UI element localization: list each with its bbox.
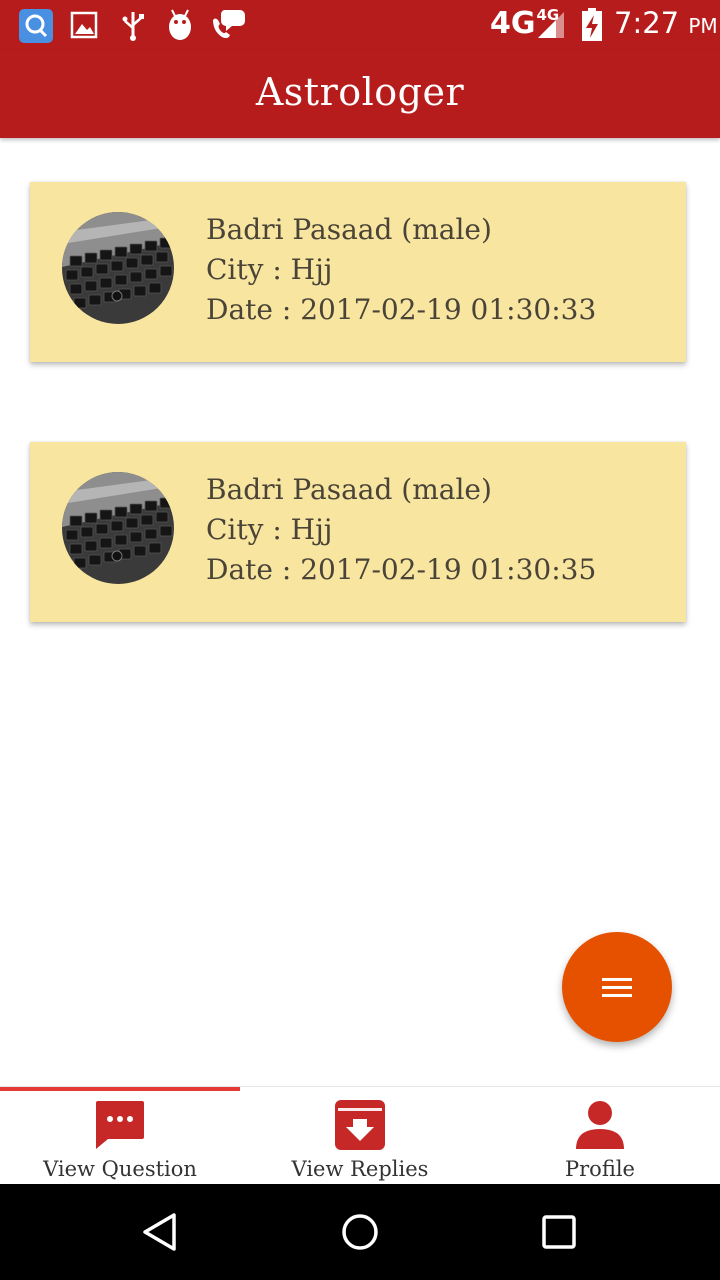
recents-icon[interactable]	[541, 1214, 579, 1252]
keyboard-photo	[62, 212, 174, 324]
nav-label: View Replies	[291, 1157, 429, 1181]
person-icon	[576, 1101, 624, 1149]
clock-ampm: PM	[688, 14, 718, 38]
card-name: Badri Pasaad (male)	[206, 473, 492, 506]
call-chat-icon	[213, 10, 245, 39]
keyboard-photo	[62, 472, 174, 584]
home-icon[interactable]	[340, 1212, 380, 1252]
nav-view-replies[interactable]: View Replies	[240, 1087, 480, 1185]
card-date: Date : 2017-02-19 01:30:33	[206, 293, 597, 326]
system-navigation-bar	[0, 1184, 720, 1280]
card-details: Badri Pasaad (male) City : Hjj Date : 20…	[206, 210, 596, 330]
signal-icon	[538, 12, 564, 38]
active-tab-indicator	[0, 1087, 240, 1091]
question-card[interactable]: Badri Pasaad (male) City : Hjj Date : 20…	[30, 442, 686, 622]
question-card[interactable]: Badri Pasaad (male) City : Hjj Date : 20…	[30, 182, 686, 362]
status-bar: 4G4G 7:27 PM	[0, 0, 720, 50]
app-bar: Astrologer	[0, 50, 720, 138]
android-debug-icon	[169, 9, 191, 40]
avatar	[62, 472, 174, 584]
avatar	[62, 212, 174, 324]
card-city: City : Hjj	[206, 513, 333, 546]
chat-dots-icon	[96, 1101, 144, 1149]
gallery-icon	[70, 11, 98, 39]
archive-download-icon	[335, 1100, 385, 1150]
search-app-icon	[19, 9, 53, 43]
app-title: Astrologer	[255, 70, 465, 114]
nav-view-question[interactable]: View Question	[0, 1087, 240, 1185]
menu-fab[interactable]	[562, 932, 672, 1042]
usb-icon	[122, 12, 144, 41]
back-icon[interactable]	[140, 1212, 180, 1252]
card-details: Badri Pasaad (male) City : Hjj Date : 20…	[206, 470, 596, 590]
nav-profile[interactable]: Profile	[480, 1087, 720, 1185]
nav-label: View Question	[43, 1157, 197, 1181]
card-date: Date : 2017-02-19 01:30:35	[206, 553, 597, 586]
clock: 7:27 PM	[614, 6, 718, 40]
nav-label: Profile	[565, 1157, 635, 1181]
battery-charging-icon	[582, 8, 602, 41]
card-name: Badri Pasaad (male)	[206, 213, 492, 246]
bottom-navigation: View Question View Replies Profile	[0, 1086, 720, 1184]
card-city: City : Hjj	[206, 253, 333, 286]
